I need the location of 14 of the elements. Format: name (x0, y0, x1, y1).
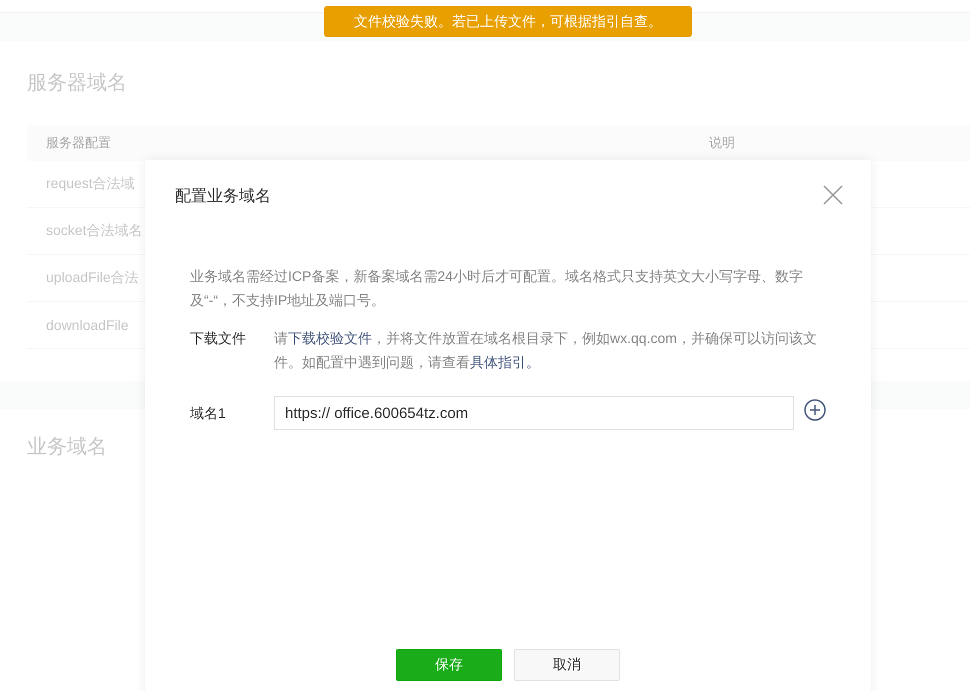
column-header: 说明 (709, 134, 735, 152)
field-label: 下载文件 (190, 329, 247, 348)
link[interactable]: 具体指引。 (470, 354, 540, 370)
notice-text: 业务域名需经过ICP备案，新备案域名需24小时后才可配置。域名格式只支持英文大小写字母、数字及“-“，不支持IP地址及端口号。 (190, 267, 804, 310)
domain-input[interactable]: https:// office.600654tz.com (274, 396, 794, 430)
cancel-button[interactable]: 取消 (514, 649, 620, 681)
link[interactable]: 下载校验文件 (288, 330, 372, 346)
toast-message: 文件校验失败。若已上传文件，可根据指引自查。 (324, 6, 692, 37)
field-label: 域名1 (190, 404, 227, 423)
close-icon[interactable] (823, 185, 843, 205)
column-header: 服务器配置 (46, 135, 111, 150)
dialog-title: 配置业务域名 (175, 186, 271, 207)
add-icon[interactable] (804, 399, 826, 421)
instruction-text: 请下载校验文件，并将文件放置在域名根目录下，例如wx.qq.com，并确保可以访问该文件。如配置中遇到问题，请查看具体指引。 (274, 329, 818, 372)
